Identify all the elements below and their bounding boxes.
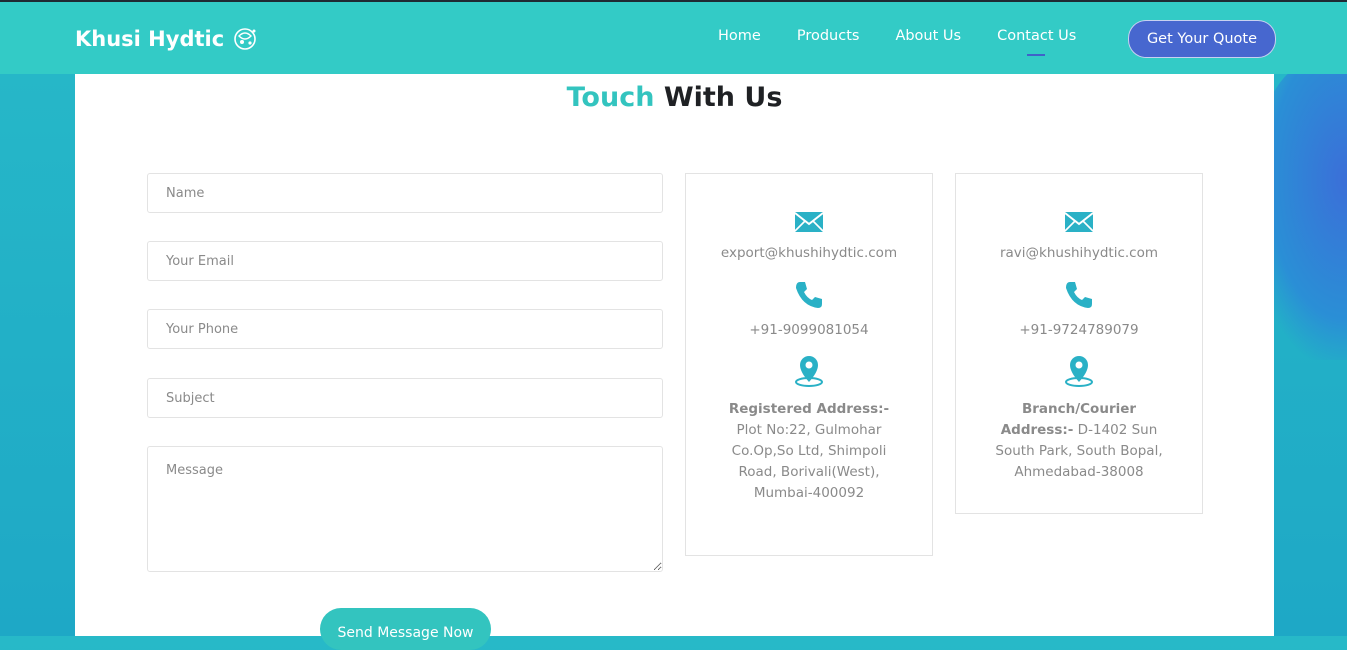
- site-header: Khusi Hydtic Home Products About Us Cont…: [0, 2, 1347, 74]
- title-rest: With Us: [663, 82, 783, 113]
- nav-products[interactable]: Products: [797, 28, 860, 44]
- card-address: Registered Address:- Plot No:22, Gulmoha…: [686, 399, 932, 504]
- page-title: Touch With Us: [75, 82, 1274, 113]
- card-phone[interactable]: +91-9099081054: [686, 320, 932, 341]
- logo-icon: [234, 28, 256, 50]
- nav-contact-us[interactable]: Contact Us: [997, 28, 1076, 56]
- phone-icon: [1066, 282, 1092, 308]
- nav-home[interactable]: Home: [718, 28, 761, 44]
- contact-card-registered: export@khushihydtic.com +91-9099081054 R…: [685, 173, 933, 556]
- card-phone[interactable]: +91-9724789079: [956, 320, 1202, 341]
- address-label: Registered Address:-: [728, 401, 890, 417]
- map-pin-icon: [1065, 356, 1093, 387]
- card-address: Branch/Courier Address:- D-1402 Sun Sout…: [956, 399, 1202, 483]
- subject-input[interactable]: [147, 378, 663, 418]
- main-nav: Home Products About Us Contact Us: [718, 28, 1076, 56]
- address-text: Plot No:22, Gulmohar Co.Op,So Ltd, Shimp…: [731, 422, 887, 501]
- card-email[interactable]: ravi@khushihydtic.com: [956, 243, 1202, 264]
- brand-name: Khusi Hydtic: [75, 27, 225, 51]
- card-email[interactable]: export@khushihydtic.com: [686, 243, 932, 264]
- envelope-icon: [794, 212, 824, 232]
- phone-input[interactable]: [147, 309, 663, 349]
- map-pin-icon: [795, 356, 823, 387]
- contact-card-branch: ravi@khushihydtic.com +91-9724789079 Bra…: [955, 173, 1203, 514]
- envelope-icon: [1064, 212, 1094, 232]
- brand-logo[interactable]: Khusi Hydtic: [75, 24, 260, 54]
- phone-icon: [796, 282, 822, 308]
- message-textarea[interactable]: [147, 446, 663, 572]
- send-message-button[interactable]: Send Message Now: [320, 608, 491, 650]
- name-input[interactable]: [147, 173, 663, 213]
- title-accent: Touch: [566, 82, 655, 113]
- contact-panel: Touch With Us Send Message Now export@kh…: [75, 74, 1274, 650]
- email-input[interactable]: [147, 241, 663, 281]
- nav-about-us[interactable]: About Us: [895, 28, 961, 44]
- get-quote-button[interactable]: Get Your Quote: [1128, 20, 1276, 58]
